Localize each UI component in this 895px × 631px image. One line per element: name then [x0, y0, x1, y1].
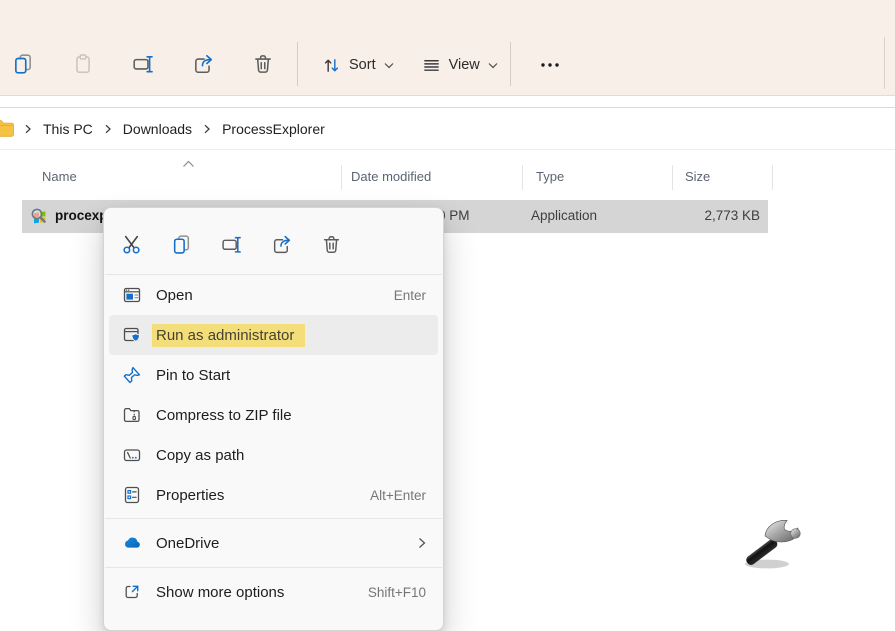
rename-button[interactable] — [213, 226, 249, 262]
zip-folder-icon — [122, 405, 142, 425]
delete-icon — [321, 234, 342, 255]
menu-item-onedrive[interactable]: OneDrive — [109, 521, 438, 565]
delete-button[interactable] — [313, 226, 349, 262]
share-icon — [271, 234, 292, 255]
menu-item-compress-to-zip[interactable]: Compress to ZIP file — [109, 395, 438, 435]
column-header-name[interactable]: Name — [42, 169, 77, 184]
menu-label: Pin to Start — [156, 367, 230, 384]
ellipsis-icon — [539, 54, 561, 76]
properties-icon — [122, 485, 142, 505]
menu-label: OneDrive — [156, 535, 219, 552]
sort-icon — [322, 56, 341, 75]
share-icon — [192, 53, 214, 75]
menu-label: Copy as path — [156, 447, 244, 464]
menu-label: Compress to ZIP file — [156, 407, 292, 424]
menu-shortcut: Enter — [394, 288, 426, 303]
menu-item-pin-to-start[interactable]: Pin to Start — [109, 355, 438, 395]
menu-label: Show more options — [156, 584, 284, 601]
column-headers: Name Date modified Type Size — [0, 163, 895, 191]
menu-separator — [105, 567, 442, 568]
view-icon — [422, 56, 441, 75]
view-button[interactable]: View — [412, 46, 508, 84]
copy-icon — [171, 234, 192, 255]
file-type: Application — [531, 208, 597, 223]
rename-icon — [221, 234, 242, 255]
paste-button[interactable] — [63, 44, 103, 84]
share-button[interactable] — [263, 226, 299, 262]
view-label: View — [449, 57, 480, 73]
menu-label: Properties — [156, 487, 224, 504]
breadcrumb-downloads[interactable]: Downloads — [121, 118, 194, 140]
context-menu: Open Enter Run as administrator Pin to S… — [103, 207, 444, 631]
addressbar-gap — [0, 97, 895, 107]
toolbar-edge-divider — [884, 37, 885, 89]
menu-shortcut: Alt+Enter — [370, 488, 426, 503]
toolbar-separator — [297, 42, 298, 86]
menu-item-show-more-options[interactable]: Show more options Shift+F10 — [109, 572, 438, 612]
show-more-options-icon — [122, 582, 142, 602]
pin-icon — [122, 365, 142, 385]
column-resize-handle[interactable] — [341, 165, 342, 190]
file-size: 2,773 KB — [704, 208, 760, 223]
cut-icon — [121, 234, 142, 255]
menu-shortcut: Shift+F10 — [368, 585, 426, 600]
breadcrumb-processexplorer[interactable]: ProcessExplorer — [220, 118, 327, 140]
file-name: procexp — [55, 208, 108, 223]
column-resize-handle[interactable] — [772, 165, 773, 190]
menu-label: Run as administrator — [156, 327, 305, 344]
breadcrumb-chevron[interactable] — [24, 124, 32, 134]
menu-separator — [105, 518, 442, 519]
chevron-down-icon — [384, 62, 394, 69]
folder-icon[interactable] — [0, 120, 15, 137]
cut-button[interactable] — [113, 226, 149, 262]
run-as-administrator-icon — [122, 325, 142, 345]
copy-button[interactable] — [3, 44, 43, 84]
delete-icon — [252, 53, 274, 75]
chevron-down-icon — [488, 62, 498, 69]
copy-as-path-icon — [122, 445, 142, 465]
breadcrumb-this-pc[interactable]: This PC — [41, 118, 95, 140]
menu-item-run-as-administrator[interactable]: Run as administrator — [109, 315, 438, 355]
menu-item-properties[interactable]: Properties Alt+Enter — [109, 475, 438, 515]
column-header-type[interactable]: Type — [536, 169, 564, 184]
more-options-button[interactable] — [531, 46, 569, 84]
column-resize-handle[interactable] — [672, 165, 673, 190]
column-header-size[interactable]: Size — [685, 169, 710, 184]
highlight-annotation: Run as administrator — [152, 324, 305, 347]
sort-button[interactable]: Sort — [312, 46, 404, 84]
onedrive-icon — [122, 533, 142, 553]
delete-button[interactable] — [243, 44, 283, 84]
context-menu-icon-row — [104, 214, 443, 274]
share-button[interactable] — [183, 44, 223, 84]
menu-item-copy-as-path[interactable]: Copy as path — [109, 435, 438, 475]
submenu-chevron-icon — [418, 537, 426, 549]
breadcrumb-chevron[interactable] — [203, 124, 211, 134]
column-header-date-modified[interactable]: Date modified — [351, 169, 431, 184]
sort-label: Sort — [349, 57, 376, 73]
toolbar-separator — [510, 42, 511, 86]
copy-icon — [12, 53, 34, 75]
procexp-app-icon — [30, 207, 49, 226]
menu-item-open[interactable]: Open Enter — [109, 275, 438, 315]
sort-ascending-icon — [182, 160, 195, 168]
menu-label: Open — [156, 287, 193, 304]
rename-icon — [132, 53, 154, 75]
rename-button[interactable] — [123, 44, 163, 84]
hammer-cursor-graphic — [737, 511, 809, 575]
column-resize-handle[interactable] — [522, 165, 523, 190]
paste-icon — [72, 53, 94, 75]
breadcrumb-chevron[interactable] — [104, 124, 112, 134]
command-bar: Sort View — [0, 0, 895, 96]
address-bar: This PC Downloads ProcessExplorer — [0, 107, 895, 150]
open-icon — [122, 285, 142, 305]
copy-button[interactable] — [163, 226, 199, 262]
